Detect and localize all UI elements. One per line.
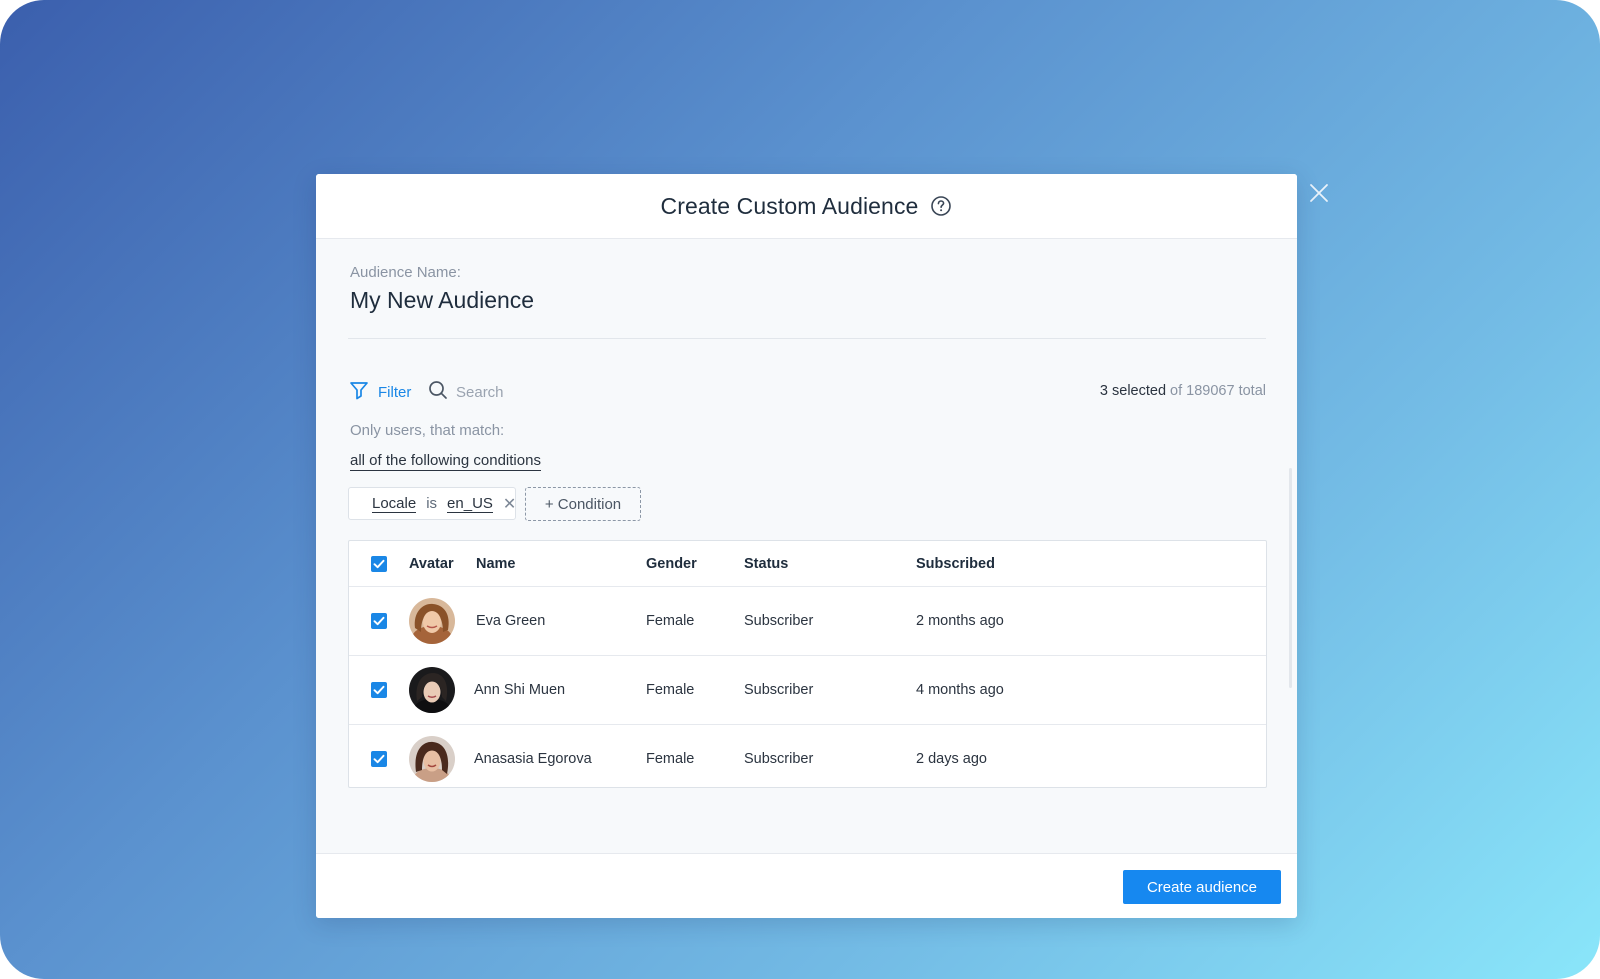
- row-status: Subscriber: [744, 681, 814, 698]
- table-row[interactable]: Anasasia Egorova Female Subscriber 2 day…: [349, 724, 1266, 793]
- column-header-gender[interactable]: Gender: [646, 556, 697, 572]
- avatar: [409, 666, 455, 713]
- search-box[interactable]: [428, 380, 576, 405]
- select-all-checkbox[interactable]: [371, 555, 387, 572]
- row-gender: Female: [646, 750, 695, 767]
- selection-count: 3 selected of 189067 total: [1100, 383, 1266, 399]
- filter-button[interactable]: Filter: [349, 380, 411, 405]
- close-icon[interactable]: [1306, 180, 1332, 206]
- checkbox-checked-icon: [373, 754, 385, 763]
- table-row[interactable]: Ann Shi Muen Female Subscriber 4 months …: [349, 655, 1266, 725]
- row-status: Subscriber: [744, 612, 814, 629]
- column-header-name[interactable]: Name: [476, 556, 516, 572]
- row-subscribed: 2 months ago: [916, 612, 1004, 629]
- checkbox-checked-icon: [373, 685, 385, 694]
- backdrop: Create Custom Audience Audience Name: My…: [0, 0, 1600, 979]
- modal-header: Create Custom Audience: [316, 174, 1297, 239]
- filter-label: Filter: [378, 384, 412, 401]
- remove-icon[interactable]: ✕: [503, 494, 516, 514]
- column-header-status[interactable]: Status: [744, 556, 788, 572]
- audience-name-label: Audience Name:: [350, 264, 461, 281]
- row-name: Anasasia Egorova: [474, 750, 592, 767]
- row-status: Subscriber: [744, 750, 814, 767]
- create-audience-button[interactable]: Create audience: [1123, 870, 1281, 904]
- search-icon: [428, 380, 448, 405]
- search-input[interactable]: [456, 384, 576, 401]
- table-header: Avatar Name Gender Status Subscribed: [349, 541, 1266, 587]
- row-checkbox[interactable]: [371, 681, 387, 698]
- row-checkbox[interactable]: [371, 612, 387, 629]
- row-name: Eva Green: [476, 612, 546, 629]
- modal-footer: Create audience: [316, 853, 1297, 918]
- scrollbar[interactable]: [1289, 468, 1292, 688]
- total-count: of 189067 total: [1170, 383, 1266, 399]
- audience-name-field[interactable]: My New Audience: [350, 287, 534, 314]
- condition-chip: Locale is en_US ✕: [348, 487, 516, 520]
- checkbox-checked-icon: [373, 559, 385, 568]
- checkbox-checked-icon: [373, 616, 385, 625]
- modal-title: Create Custom Audience: [660, 192, 919, 219]
- row-checkbox[interactable]: [371, 750, 387, 767]
- add-condition-button[interactable]: + Condition: [525, 487, 641, 521]
- users-table: Avatar Name Gender Status Subscribed Eva…: [348, 540, 1267, 788]
- match-label: Only users, that match:: [350, 422, 505, 439]
- avatar: [409, 597, 455, 644]
- condition-value[interactable]: en_US: [447, 495, 493, 513]
- divider: [348, 338, 1266, 339]
- column-header-avatar[interactable]: Avatar: [409, 556, 454, 572]
- condition-field[interactable]: Locale: [372, 495, 417, 513]
- row-name: Ann Shi Muen: [474, 681, 566, 698]
- column-header-subscribed[interactable]: Subscribed: [916, 556, 995, 572]
- condition-operator[interactable]: is: [426, 495, 437, 512]
- filter-icon: [349, 380, 369, 405]
- help-icon[interactable]: [930, 195, 952, 217]
- table-row[interactable]: Eva Green Female Subscriber 2 months ago: [349, 586, 1266, 656]
- selected-count: 3 selected: [1099, 383, 1167, 399]
- create-audience-modal: Create Custom Audience Audience Name: My…: [316, 174, 1297, 918]
- row-gender: Female: [646, 612, 695, 629]
- avatar: [409, 735, 455, 782]
- row-gender: Female: [646, 681, 695, 698]
- row-subscribed: 4 months ago: [916, 681, 1004, 698]
- match-mode-dropdown[interactable]: all of the following conditions: [350, 452, 541, 471]
- row-subscribed: 2 days ago: [916, 750, 987, 767]
